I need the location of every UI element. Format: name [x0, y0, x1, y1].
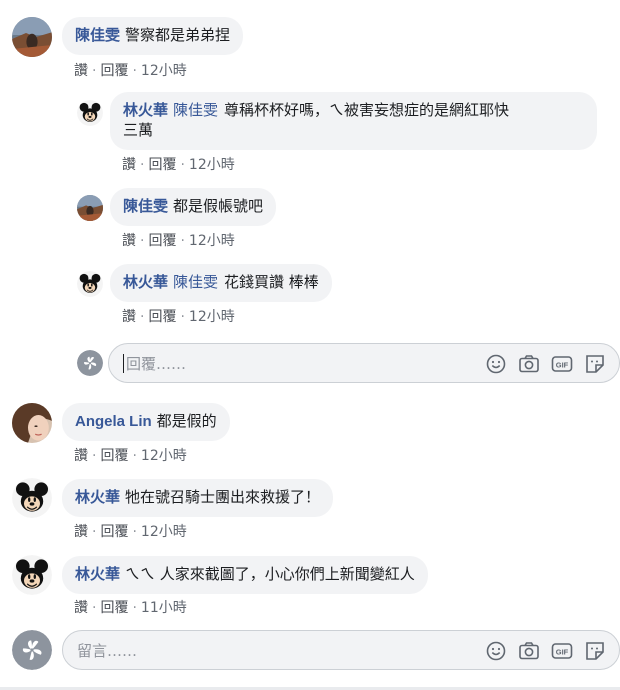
- avatar[interactable]: [12, 17, 52, 57]
- text-caret: [123, 354, 124, 373]
- avatar[interactable]: [12, 478, 52, 518]
- comment-text: ㄟㄟ 人家來截圖了，小心你們上新聞變紅人: [125, 565, 415, 583]
- comment-placeholder: 留言……: [77, 642, 138, 660]
- current-user-avatar: [77, 350, 103, 376]
- comment-bubble: Angela Lin 都是假的: [62, 403, 230, 441]
- emoji-icon[interactable]: [484, 352, 508, 376]
- comment-bubble: 林火華 ㄟㄟ 人家來截圖了，小心你們上新聞變紅人: [62, 556, 428, 594]
- comment-actions: 讚 · 回覆 · 11小時: [74, 600, 187, 616]
- comment-bubble: 林火華 陳佳雯 尊稱杯杯好嗎，ㄟ被害妄想症的是網紅耶快 三萬: [110, 92, 597, 150]
- comment-actions: 讚 · 回覆 · 12小時: [122, 309, 235, 325]
- reply-link[interactable]: 回覆: [100, 63, 128, 79]
- like-link[interactable]: 讚: [122, 309, 136, 325]
- comment-text: 警察都是弟弟捏: [125, 26, 231, 44]
- commenter-name[interactable]: 陳佳雯: [123, 197, 168, 215]
- comment-text: 都是假的: [156, 412, 217, 430]
- commenter-name[interactable]: 林火華: [75, 565, 120, 583]
- gif-icon[interactable]: GIF: [550, 352, 574, 376]
- comment-actions: 讚 · 回覆 · 12小時: [74, 448, 187, 464]
- timestamp[interactable]: 12小時: [141, 524, 187, 540]
- reply-link[interactable]: 回覆: [148, 157, 176, 173]
- camera-icon[interactable]: [517, 352, 541, 376]
- commenter-name[interactable]: 陳佳雯: [75, 26, 120, 44]
- emoji-icon[interactable]: [484, 639, 508, 663]
- reply-link[interactable]: 回覆: [148, 233, 176, 249]
- timestamp[interactable]: 12小時: [141, 63, 187, 79]
- reply-link[interactable]: 回覆: [100, 524, 128, 540]
- commenter-name[interactable]: 林火華: [123, 101, 168, 119]
- timestamp[interactable]: 12小時: [141, 448, 187, 464]
- mention-link[interactable]: 陳佳雯: [173, 273, 218, 291]
- comment-actions: 讚 · 回覆 · 12小時: [74, 524, 187, 540]
- reply-link[interactable]: 回覆: [148, 309, 176, 325]
- comment-text: 尊稱杯杯好嗎，ㄟ被害妄想症的是網紅耶快: [224, 101, 510, 119]
- like-link[interactable]: 讚: [122, 157, 136, 173]
- reply-input[interactable]: 回覆…… GIF: [108, 343, 620, 383]
- avatar[interactable]: [77, 195, 103, 221]
- comment-bubble: 陳佳雯 警察都是弟弟捏: [62, 17, 244, 55]
- reply-placeholder: 回覆……: [126, 355, 187, 373]
- timestamp[interactable]: 12小時: [189, 309, 235, 325]
- timestamp[interactable]: 12小時: [189, 157, 235, 173]
- sticker-icon[interactable]: [583, 352, 607, 376]
- comment-text-continued: 三萬: [123, 121, 154, 139]
- comment-bubble: 陳佳雯 都是假帳號吧: [110, 188, 277, 226]
- mention-link[interactable]: 陳佳雯: [173, 101, 218, 119]
- comment-actions: 讚 · 回覆 · 12小時: [74, 63, 187, 79]
- svg-text:GIF: GIF: [556, 647, 569, 656]
- sticker-icon[interactable]: [583, 639, 607, 663]
- svg-text:GIF: GIF: [556, 360, 569, 369]
- comment-input[interactable]: 留言…… GIF: [62, 630, 620, 670]
- avatar[interactable]: [77, 100, 103, 126]
- avatar[interactable]: [12, 555, 52, 595]
- commenter-name[interactable]: Angela Lin: [75, 413, 152, 430]
- reply-link[interactable]: 回覆: [100, 448, 128, 464]
- comment-text: 牠在號召騎士團出來救援了！: [125, 488, 321, 506]
- comment-text: 都是假帳號吧: [173, 197, 264, 215]
- commenter-name[interactable]: 林火華: [123, 273, 168, 291]
- comment-text: 花錢買讚 棒棒: [224, 273, 319, 291]
- comment-bubble: 林火華 陳佳雯 花錢買讚 棒棒: [110, 264, 332, 302]
- like-link[interactable]: 讚: [74, 63, 88, 79]
- avatar[interactable]: [77, 271, 103, 297]
- timestamp[interactable]: 11小時: [141, 600, 187, 616]
- comment-bubble: 林火華 牠在號召騎士團出來救援了！: [62, 479, 334, 517]
- camera-icon[interactable]: [517, 639, 541, 663]
- avatar[interactable]: [12, 403, 52, 443]
- timestamp[interactable]: 12小時: [189, 233, 235, 249]
- like-link[interactable]: 讚: [74, 524, 88, 540]
- reply-link[interactable]: 回覆: [100, 600, 128, 616]
- like-link[interactable]: 讚: [74, 600, 88, 616]
- comment-actions: 讚 · 回覆 · 12小時: [122, 157, 235, 173]
- comment-actions: 讚 · 回覆 · 12小時: [122, 233, 235, 249]
- like-link[interactable]: 讚: [122, 233, 136, 249]
- current-user-avatar: [12, 630, 52, 670]
- commenter-name[interactable]: 林火華: [75, 488, 120, 506]
- gif-icon[interactable]: GIF: [550, 639, 574, 663]
- like-link[interactable]: 讚: [74, 448, 88, 464]
